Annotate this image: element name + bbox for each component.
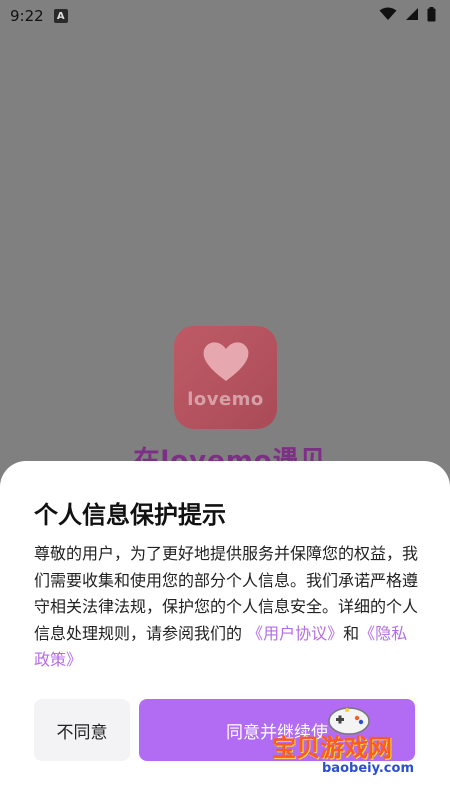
watermark-url: baobeiy.com [322,761,414,776]
status-right [379,6,436,26]
watermark: 宝贝游戏网 baobeiy.com [272,703,422,783]
dialog-title: 个人信息保护提示 [34,501,226,529]
cellular-signal-icon [405,7,419,25]
status-left: 9:22 A [10,7,68,25]
battery-icon [427,6,436,26]
and-text: 和 [343,623,360,643]
status-time: 9:22 [10,7,44,25]
watermark-text: 宝贝游戏网 [272,734,392,762]
status-bar: 9:22 A [0,0,450,32]
user-agreement-link[interactable]: 《用户协议》 [247,624,343,643]
wifi-icon [379,7,397,25]
dialog-body: 尊敬的用户，为了更好地提供服务并保障您的权益，我们需要收集和使用您的部分个人信息… [34,541,418,674]
heart-icon [201,339,251,387]
logo-text: lovemo [187,389,264,410]
decline-button[interactable]: 不同意 [34,699,130,761]
app-logo: lovemo [174,326,277,429]
notification-badge-icon: A [53,9,68,23]
